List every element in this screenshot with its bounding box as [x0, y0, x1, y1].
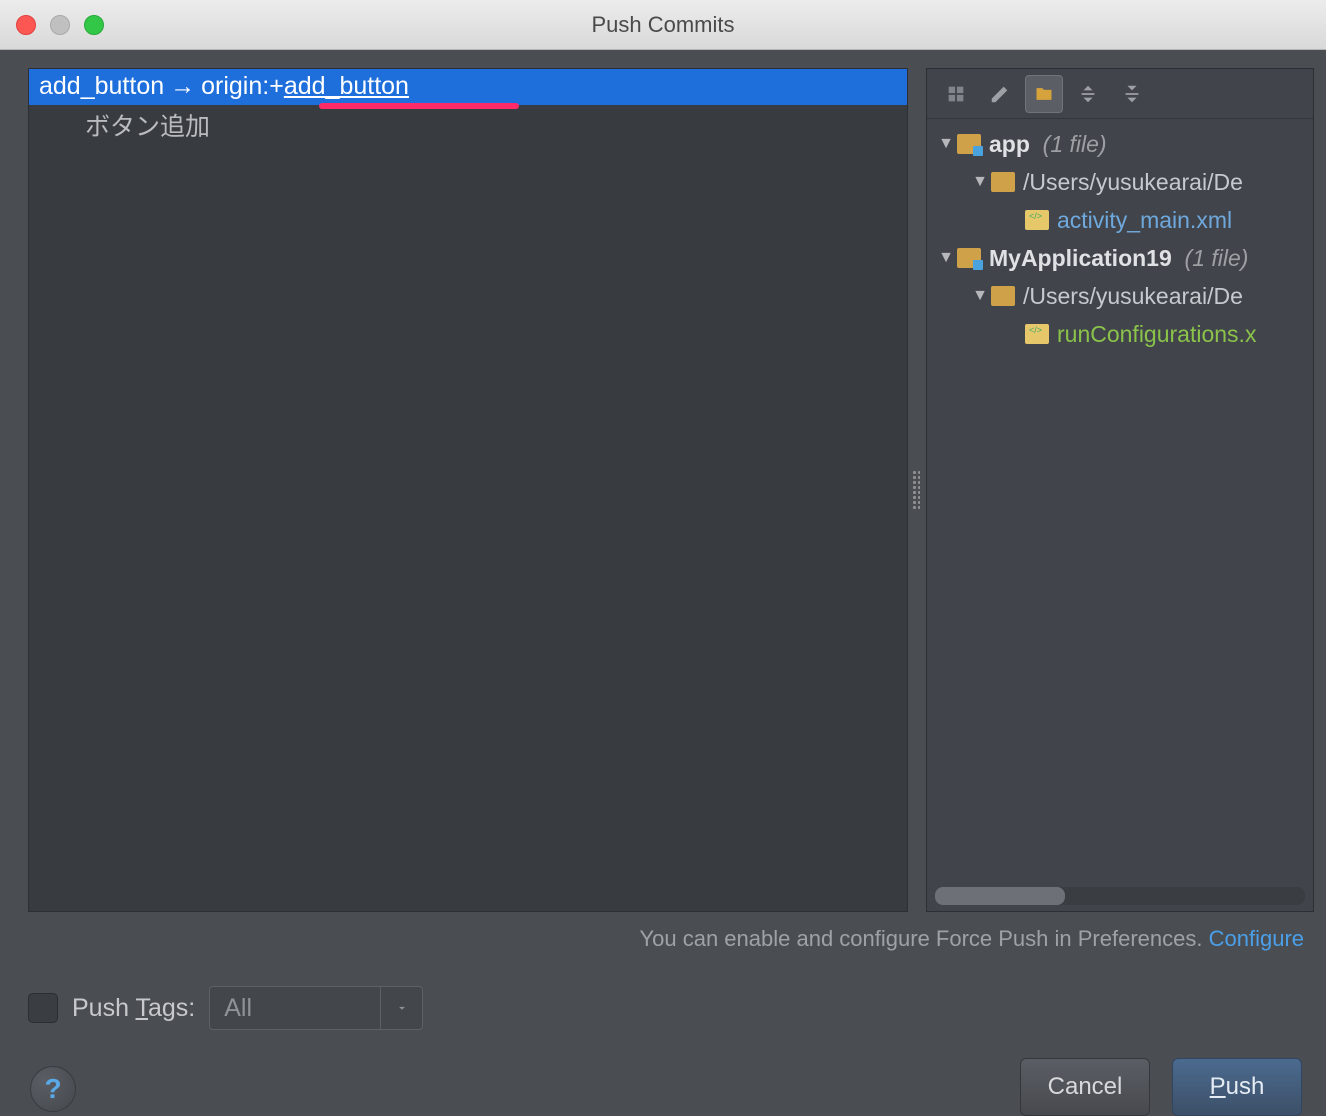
folder-icon — [991, 172, 1015, 192]
help-button[interactable]: ? — [30, 1066, 76, 1112]
label-part: ush — [1226, 1073, 1265, 1101]
scrollbar-thumb[interactable] — [935, 887, 1065, 905]
branch-push-spec[interactable]: add_button → origin : +add_button — [29, 69, 907, 105]
force-push-hint: You can enable and configure Force Push … — [28, 926, 1304, 952]
group-by-directory-icon[interactable] — [1025, 75, 1063, 113]
file-name: runConfigurations.x — [1057, 321, 1256, 348]
commits-panel[interactable]: add_button → origin : +add_button ボタン追加 — [28, 68, 908, 912]
cancel-button[interactable]: Cancel — [1020, 1058, 1150, 1116]
folder-icon — [991, 286, 1015, 306]
files-toolbar — [927, 69, 1313, 119]
titlebar: Push Commits — [0, 0, 1326, 50]
disclosure-triangle-icon[interactable]: ▼ — [935, 135, 957, 153]
remote-name: origin — [201, 72, 262, 101]
window-title: Push Commits — [0, 12, 1326, 38]
configure-link[interactable]: Configure — [1209, 926, 1304, 951]
xml-file-icon — [1025, 324, 1049, 344]
dialog-buttons: Cancel Push — [1020, 1058, 1302, 1116]
show-diff-icon[interactable] — [937, 75, 975, 113]
disclosure-triangle-icon[interactable]: ▼ — [935, 249, 957, 267]
push-tags-label: Push Tags: — [72, 994, 195, 1023]
edit-source-icon[interactable] — [981, 75, 1019, 113]
module-folder-icon — [957, 248, 981, 268]
expand-all-icon[interactable] — [1069, 75, 1107, 113]
local-branch-name: add_button — [39, 72, 164, 101]
file-count-label: (1 file) — [1185, 245, 1249, 272]
module-name: app — [989, 131, 1030, 158]
xml-file-icon — [1025, 210, 1049, 230]
push-button[interactable]: Push — [1172, 1058, 1302, 1116]
collapse-all-icon[interactable] — [1113, 75, 1151, 113]
combo-value: All — [210, 994, 380, 1023]
path-label: /Users/yusukearai/De — [1023, 169, 1243, 196]
tree-file-row[interactable]: activity_main.xml — [927, 201, 1313, 239]
tree-path-row[interactable]: ▼ /Users/yusukearai/De — [927, 277, 1313, 315]
tree-module-row[interactable]: ▼ app (1 file) — [927, 125, 1313, 163]
remote-branch-name[interactable]: add_button — [284, 72, 409, 101]
mnemonic: T — [135, 994, 148, 1022]
main-panels: add_button → origin : +add_button ボタン追加 — [28, 68, 1314, 912]
arrow-icon: → — [170, 72, 195, 101]
label-part: Push — [72, 994, 135, 1022]
label-part: ags: — [148, 994, 195, 1022]
push-tags-checkbox[interactable] — [28, 993, 58, 1023]
tree-file-row[interactable]: runConfigurations.x — [927, 315, 1313, 353]
chevron-down-icon[interactable] — [380, 987, 422, 1029]
disclosure-triangle-icon[interactable]: ▼ — [969, 173, 991, 191]
tree-path-row[interactable]: ▼ /Users/yusukearai/De — [927, 163, 1313, 201]
push-tags-row: Push Tags: All — [28, 986, 423, 1030]
new-branch-plus-icon: + — [269, 72, 284, 101]
tree-module-row[interactable]: ▼ MyApplication19 (1 file) — [927, 239, 1313, 277]
path-label: /Users/yusukearai/De — [1023, 283, 1243, 310]
hint-text: You can enable and configure Force Push … — [639, 926, 1208, 951]
changed-files-panel: ▼ app (1 file) ▼ /Users/yusukearai/De ac… — [926, 68, 1314, 912]
files-tree[interactable]: ▼ app (1 file) ▼ /Users/yusukearai/De ac… — [927, 119, 1313, 883]
module-folder-icon — [957, 134, 981, 154]
module-name: MyApplication19 — [989, 245, 1172, 272]
push-tags-combo[interactable]: All — [209, 986, 423, 1030]
horizontal-scrollbar[interactable] — [935, 887, 1305, 905]
panel-splitter[interactable] — [908, 68, 926, 912]
file-name: activity_main.xml — [1057, 207, 1232, 234]
commit-message[interactable]: ボタン追加 — [29, 105, 907, 143]
disclosure-triangle-icon[interactable]: ▼ — [969, 287, 991, 305]
file-count-label: (1 file) — [1043, 131, 1107, 158]
colon: : — [262, 72, 269, 101]
annotation-underline — [319, 103, 519, 109]
mnemonic: P — [1210, 1073, 1226, 1101]
dialog-content: add_button → origin : +add_button ボタン追加 — [0, 50, 1326, 1116]
